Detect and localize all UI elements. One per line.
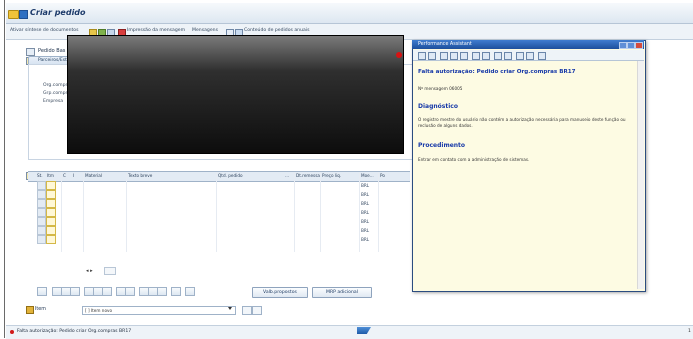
copy-icon[interactable] — [70, 287, 80, 296]
document-type-select[interactable]: Pedido Bas — [38, 48, 65, 54]
row-selector[interactable] — [37, 235, 46, 244]
redacted-overlay — [67, 35, 404, 154]
col-i[interactable]: I — [73, 173, 74, 178]
row-selector[interactable] — [37, 217, 46, 226]
procedure-heading: Procedimento — [418, 142, 466, 149]
row-selector[interactable] — [37, 208, 46, 217]
table-row[interactable] — [46, 190, 56, 199]
procedure-text: Entrar em contato com a administração de… — [418, 157, 530, 162]
calculator-icon[interactable] — [171, 287, 181, 296]
col-divider — [83, 172, 84, 252]
table-row[interactable] — [46, 208, 56, 217]
col-divider — [378, 172, 379, 252]
diagnosis-heading: Diagnóstico — [418, 103, 458, 110]
additional-planning-button[interactable]: MRP adicional — [312, 287, 372, 298]
col-unit[interactable]: ... — [285, 173, 289, 178]
error-icon — [396, 52, 402, 58]
row-currency: BRL — [361, 228, 370, 233]
maximize-icon[interactable] — [627, 42, 635, 49]
tree-icon[interactable] — [516, 52, 524, 60]
performance-assistant-heading: Falta autorização: Pedido criar Org.comp… — [418, 69, 576, 75]
chevron-down-icon[interactable] — [228, 307, 232, 310]
col-net-price[interactable]: Preço liq. — [322, 173, 341, 178]
col-divider — [126, 172, 127, 252]
table-row[interactable] — [46, 181, 56, 190]
search-icon[interactable] — [460, 52, 468, 60]
row-currency: BRL — [361, 210, 370, 215]
row-currency: BRL — [361, 237, 370, 242]
col-divider — [320, 172, 321, 252]
filter-icon[interactable] — [504, 52, 512, 60]
item-label: Item — [35, 307, 46, 312]
col-material[interactable]: Material — [85, 173, 102, 178]
col-divider — [61, 172, 62, 252]
bookmark-icon[interactable] — [472, 52, 480, 60]
layout-icon[interactable] — [185, 287, 195, 296]
col-c[interactable]: C — [63, 173, 66, 178]
item-select[interactable]: [ ] Item novo — [82, 306, 236, 315]
horizontal-scrollbar[interactable] — [104, 267, 116, 275]
error-status-icon — [10, 330, 14, 334]
home-icon[interactable] — [440, 52, 448, 60]
performance-assistant-scrollbar[interactable] — [637, 61, 644, 289]
col-per[interactable]: Po — [380, 173, 385, 178]
toolbar-messages[interactable]: Mensagens — [192, 28, 218, 33]
col-delivery-date[interactable]: Dt.remessa — [296, 173, 320, 178]
default-values-button[interactable]: Valb.propostos — [252, 287, 308, 298]
previous-item-button[interactable] — [242, 306, 252, 315]
col-divider — [359, 172, 360, 252]
col-short-text[interactable]: Texto breve — [128, 173, 152, 178]
filter-icon[interactable] — [125, 287, 135, 296]
technical-info-icon[interactable] — [482, 52, 490, 60]
diagnosis-text: O registro mestre do usuário não contém … — [418, 117, 626, 128]
col-currency[interactable]: Moe... — [361, 173, 374, 178]
horizontal-scroll-arrows[interactable]: ◂ ▸ — [86, 268, 93, 274]
row-currency: BRL — [361, 192, 370, 197]
toolbar-annual-orders[interactable]: Conteúdo de pedidos anuais — [244, 28, 310, 33]
performance-assistant-title: Performance Assistant — [418, 42, 472, 47]
minimize-icon[interactable] — [619, 42, 627, 49]
filter-menu-icon[interactable] — [157, 287, 167, 296]
window-icon[interactable] — [538, 52, 546, 60]
undo-icon[interactable] — [102, 287, 112, 296]
hyperlink-icon[interactable] — [494, 52, 502, 60]
message-number: Nº mensagem 06005 — [418, 86, 463, 91]
window-title: Criar pedido — [30, 8, 86, 17]
row-selector[interactable] — [37, 199, 46, 208]
details-icon[interactable] — [37, 287, 47, 296]
performance-assistant-window — [412, 40, 646, 292]
col-divider — [294, 172, 295, 252]
row-selector[interactable] — [37, 226, 46, 235]
row-currency: BRL — [361, 183, 370, 188]
company-label: Empresa — [43, 99, 64, 104]
menu-icon[interactable] — [19, 10, 28, 19]
col-divider — [216, 172, 217, 252]
row-currency: BRL — [361, 219, 370, 224]
back-icon[interactable] — [418, 52, 426, 60]
toolbar-message-output[interactable]: Impressão da mensagem — [127, 28, 185, 33]
col-status[interactable]: St. — [37, 173, 43, 178]
status-right-info: 1 — [688, 329, 691, 334]
next-item-button[interactable] — [252, 306, 262, 315]
header-toggle-icon[interactable] — [26, 48, 35, 56]
settings-icon[interactable] — [526, 52, 534, 60]
table-row[interactable] — [46, 235, 56, 244]
folder-icon — [8, 10, 19, 19]
col-item[interactable]: Itm — [47, 173, 54, 178]
table-row[interactable] — [46, 226, 56, 235]
title-bar — [6, 3, 693, 24]
close-icon[interactable] — [635, 42, 643, 49]
row-selector[interactable] — [37, 181, 46, 190]
table-row[interactable] — [46, 199, 56, 208]
table-row[interactable] — [46, 217, 56, 226]
print-icon[interactable] — [450, 52, 458, 60]
forward-icon[interactable] — [428, 52, 436, 60]
toolbar-document-overview[interactable]: Ativar síntese de documentos — [10, 28, 79, 33]
row-selector[interactable] — [37, 190, 46, 199]
window-left-border — [4, 0, 5, 338]
col-quantity[interactable]: Qtd. pedido — [218, 173, 243, 178]
item-detail-icon[interactable] — [26, 306, 34, 314]
status-message[interactable]: Falta autorização: Pedido criar Org.comp… — [17, 329, 131, 334]
row-currency: BRL — [361, 201, 370, 206]
